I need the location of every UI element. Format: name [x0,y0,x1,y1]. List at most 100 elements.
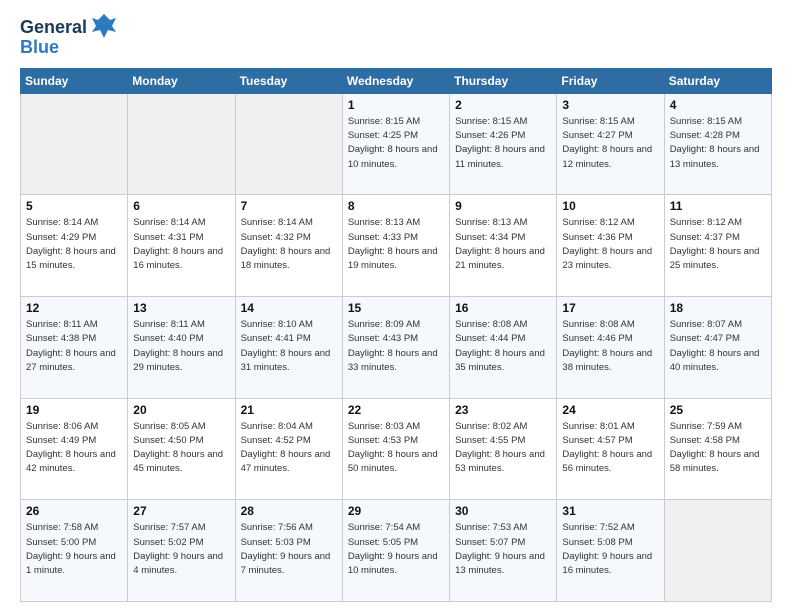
calendar-cell: 7 Sunrise: 8:14 AMSunset: 4:32 PMDaylight… [235,195,342,297]
day-number: 10 [562,199,658,213]
day-info: Sunrise: 8:15 AMSunset: 4:25 PMDaylight:… [348,115,444,172]
day-info: Sunrise: 8:02 AMSunset: 4:55 PMDaylight:… [455,420,551,477]
logo-icon [90,12,118,40]
day-number: 23 [455,403,551,417]
calendar-cell: 30 Sunrise: 7:53 AMSunset: 5:07 PMDayligh… [450,500,557,602]
calendar-cell: 13Sunrise: 8:11 AMSunset: 4:40 PMDayligh… [128,297,235,399]
calendar-cell: 31 Sunrise: 7:52 AMSunset: 5:08 PMDayligh… [557,500,664,602]
day-info: Sunrise: 8:12 AMSunset: 4:36 PMDaylight:… [562,216,658,273]
logo-text-blue: Blue [20,38,59,58]
calendar-cell: 1 Sunrise: 8:15 AMSunset: 4:25 PMDaylight… [342,93,449,195]
day-info: Sunrise: 8:09 AMSunset: 4:43 PMDaylight:… [348,318,444,375]
day-of-week-header: Friday [557,68,664,93]
day-info: Sunrise: 7:57 AMSunset: 5:02 PMDaylight:… [133,521,229,578]
day-info: Sunrise: 8:04 AMSunset: 4:52 PMDaylight:… [241,420,337,477]
day-number: 6 [133,199,229,213]
calendar-cell: 18 Sunrise: 8:07 AMSunset: 4:47 PMDayligh… [664,297,771,399]
day-info: Sunrise: 8:01 AMSunset: 4:57 PMDaylight:… [562,420,658,477]
day-number: 4 [670,98,766,112]
calendar-cell [664,500,771,602]
day-number: 21 [241,403,337,417]
calendar-cell: 17Sunrise: 8:08 AMSunset: 4:46 PMDayligh… [557,297,664,399]
day-number: 30 [455,504,551,518]
calendar-cell: 26 Sunrise: 7:58 AMSunset: 5:00 PMDayligh… [21,500,128,602]
day-info: Sunrise: 8:08 AMSunset: 4:44 PMDaylight:… [455,318,551,375]
day-number: 19 [26,403,122,417]
day-number: 20 [133,403,229,417]
day-number: 27 [133,504,229,518]
calendar-cell: 3 Sunrise: 8:15 AMSunset: 4:27 PMDaylight… [557,93,664,195]
day-of-week-header: Monday [128,68,235,93]
day-info: Sunrise: 7:53 AMSunset: 5:07 PMDaylight:… [455,521,551,578]
day-of-week-header: Saturday [664,68,771,93]
day-number: 31 [562,504,658,518]
calendar-cell: 29 Sunrise: 7:54 AMSunset: 5:05 PMDayligh… [342,500,449,602]
day-number: 15 [348,301,444,315]
calendar-cell: 5 Sunrise: 8:14 AMSunset: 4:29 PMDaylight… [21,195,128,297]
calendar-cell: 15 Sunrise: 8:09 AMSunset: 4:43 PMDayligh… [342,297,449,399]
day-number: 3 [562,98,658,112]
day-of-week-header: Tuesday [235,68,342,93]
day-info: Sunrise: 8:12 AMSunset: 4:37 PMDaylight:… [670,216,766,273]
day-info: Sunrise: 8:13 AMSunset: 4:33 PMDaylight:… [348,216,444,273]
day-info: Sunrise: 7:59 AMSunset: 4:58 PMDaylight:… [670,420,766,477]
calendar-cell: 12 Sunrise: 8:11 AMSunset: 4:38 PMDayligh… [21,297,128,399]
day-number: 24 [562,403,658,417]
day-info: Sunrise: 8:14 AMSunset: 4:32 PMDaylight:… [241,216,337,273]
calendar-cell [235,93,342,195]
calendar-cell: 25 Sunrise: 7:59 AMSunset: 4:58 PMDayligh… [664,398,771,500]
calendar-cell: 2 Sunrise: 8:15 AMSunset: 4:26 PMDaylight… [450,93,557,195]
day-info: Sunrise: 8:03 AMSunset: 4:53 PMDaylight:… [348,420,444,477]
day-number: 26 [26,504,122,518]
day-info: Sunrise: 8:15 AMSunset: 4:27 PMDaylight:… [562,115,658,172]
calendar-cell: 9Sunrise: 8:13 AMSunset: 4:34 PMDaylight… [450,195,557,297]
logo-text-general: General [20,18,87,38]
calendar-cell: 6Sunrise: 8:14 AMSunset: 4:31 PMDaylight… [128,195,235,297]
calendar-cell: 11 Sunrise: 8:12 AMSunset: 4:37 PMDayligh… [664,195,771,297]
day-number: 13 [133,301,229,315]
day-info: Sunrise: 8:06 AMSunset: 4:49 PMDaylight:… [26,420,122,477]
day-info: Sunrise: 8:15 AMSunset: 4:28 PMDaylight:… [670,115,766,172]
day-info: Sunrise: 8:07 AMSunset: 4:47 PMDaylight:… [670,318,766,375]
calendar-cell: 24 Sunrise: 8:01 AMSunset: 4:57 PMDayligh… [557,398,664,500]
day-info: Sunrise: 8:13 AMSunset: 4:34 PMDaylight:… [455,216,551,273]
day-number: 16 [455,301,551,315]
day-number: 29 [348,504,444,518]
calendar-cell: 16 Sunrise: 8:08 AMSunset: 4:44 PMDayligh… [450,297,557,399]
day-number: 12 [26,301,122,315]
day-info: Sunrise: 8:14 AMSunset: 4:29 PMDaylight:… [26,216,122,273]
day-of-week-header: Wednesday [342,68,449,93]
day-number: 2 [455,98,551,112]
day-number: 14 [241,301,337,315]
calendar-cell: 14 Sunrise: 8:10 AMSunset: 4:41 PMDayligh… [235,297,342,399]
day-info: Sunrise: 7:52 AMSunset: 5:08 PMDaylight:… [562,521,658,578]
day-info: Sunrise: 8:15 AMSunset: 4:26 PMDaylight:… [455,115,551,172]
day-number: 25 [670,403,766,417]
calendar-cell: 28 Sunrise: 7:56 AMSunset: 5:03 PMDayligh… [235,500,342,602]
calendar-cell: 4 Sunrise: 8:15 AMSunset: 4:28 PMDaylight… [664,93,771,195]
day-number: 22 [348,403,444,417]
day-number: 1 [348,98,444,112]
day-number: 8 [348,199,444,213]
calendar-cell: 20 Sunrise: 8:05 AMSunset: 4:50 PMDayligh… [128,398,235,500]
day-info: Sunrise: 8:11 AMSunset: 4:38 PMDaylight:… [26,318,122,375]
calendar-cell: 8 Sunrise: 8:13 AMSunset: 4:33 PMDaylight… [342,195,449,297]
day-number: 28 [241,504,337,518]
day-of-week-header: Thursday [450,68,557,93]
day-info: Sunrise: 7:56 AMSunset: 5:03 PMDaylight:… [241,521,337,578]
day-number: 5 [26,199,122,213]
day-info: Sunrise: 8:08 AMSunset: 4:46 PMDaylight:… [562,318,658,375]
calendar-cell: 27 Sunrise: 7:57 AMSunset: 5:02 PMDayligh… [128,500,235,602]
day-info: Sunrise: 7:58 AMSunset: 5:00 PMDaylight:… [26,521,122,578]
day-info: Sunrise: 8:05 AMSunset: 4:50 PMDaylight:… [133,420,229,477]
day-info: Sunrise: 8:10 AMSunset: 4:41 PMDaylight:… [241,318,337,375]
calendar-cell: 22 Sunrise: 8:03 AMSunset: 4:53 PMDayligh… [342,398,449,500]
day-number: 7 [241,199,337,213]
calendar-cell: 10 Sunrise: 8:12 AMSunset: 4:36 PMDayligh… [557,195,664,297]
calendar-cell: 19 Sunrise: 8:06 AMSunset: 4:49 PMDayligh… [21,398,128,500]
day-of-week-header: Sunday [21,68,128,93]
day-number: 18 [670,301,766,315]
day-number: 11 [670,199,766,213]
day-info: Sunrise: 7:54 AMSunset: 5:05 PMDaylight:… [348,521,444,578]
logo: General Blue [20,16,118,58]
